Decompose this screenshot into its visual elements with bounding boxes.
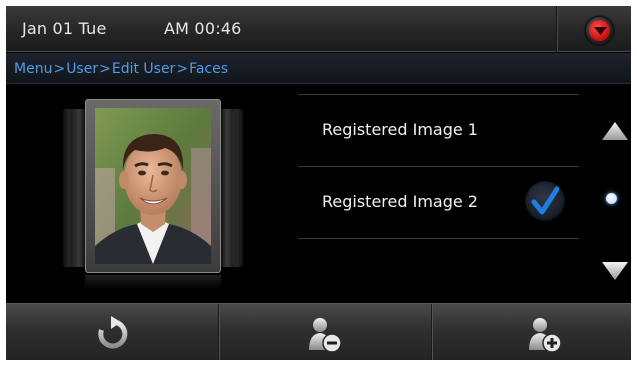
list-item[interactable]: Registered Image 2 [298, 166, 579, 238]
face-photo-stack[interactable] [63, 99, 243, 289]
scroll-position-indicator [606, 193, 617, 204]
add-face-button[interactable] [432, 304, 631, 360]
user-remove-icon [309, 318, 342, 353]
refresh-icon [98, 316, 128, 349]
triangle-down-icon[interactable] [600, 258, 630, 284]
list-item[interactable]: Registered Image 1 [298, 94, 579, 166]
main-content: Registered Image 1 Registered Image 2 [6, 85, 631, 303]
breadcrumb-item-faces: Faces [189, 61, 229, 77]
breadcrumb-separator: > [53, 61, 66, 77]
status-time: AM 00:46 [164, 19, 242, 38]
status-divider [557, 6, 558, 52]
breadcrumb-item-edit-user[interactable]: Edit User [112, 61, 175, 77]
status-bar: Jan 01 Tue AM 00:46 [6, 6, 631, 52]
checkmark-glyph [531, 186, 559, 215]
face-photo [95, 108, 211, 264]
breadcrumb-separator: > [99, 61, 111, 77]
breadcrumb-separator: > [176, 61, 189, 77]
list-item-label: Registered Image 2 [322, 192, 478, 211]
breadcrumb-item-menu[interactable]: Menu [14, 61, 52, 77]
list-item-label: Registered Image 1 [322, 120, 478, 139]
face-portrait-image [95, 108, 211, 264]
chevron-down-icon [594, 27, 607, 35]
bottom-toolbar [6, 303, 631, 360]
breadcrumb-trail: Menu>User>Edit User>Faces [14, 61, 228, 77]
photo-reflection [85, 275, 221, 289]
user-add-icon [529, 318, 562, 353]
triangle-up-icon[interactable] [600, 118, 630, 144]
check-icon[interactable] [525, 181, 565, 221]
list-divider [298, 238, 579, 239]
registered-images-list: Registered Image 1 Registered Image 2 [298, 85, 579, 303]
breadcrumb-item-user[interactable]: User [66, 61, 98, 77]
stack-layer [231, 109, 243, 267]
refresh-button[interactable] [6, 304, 218, 360]
dropdown-button[interactable] [585, 16, 614, 45]
device-screen: Jan 01 Tue AM 00:46 Menu>User>Edit User>… [6, 6, 631, 360]
breadcrumb: Menu>User>Edit User>Faces [6, 53, 631, 84]
face-photo-frame [85, 99, 221, 273]
delete-face-button[interactable] [219, 304, 431, 360]
status-date: Jan 01 Tue [22, 19, 107, 38]
